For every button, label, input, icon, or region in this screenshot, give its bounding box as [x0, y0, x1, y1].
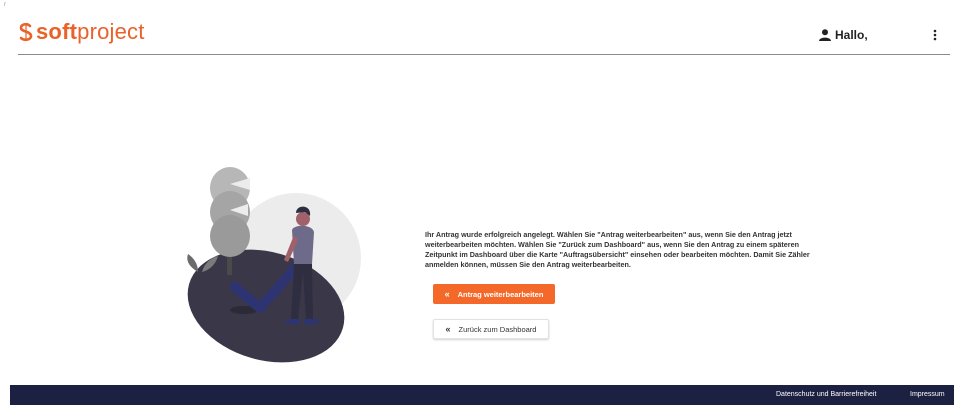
footer: Datenschutz und Barrierefreiheit Impress… [10, 385, 954, 405]
brand-name-bold: soft [36, 19, 78, 44]
greeting-text: Hallo, [835, 28, 868, 42]
kebab-menu-icon [933, 29, 937, 41]
imprint-link[interactable]: Impressum [910, 391, 945, 398]
continue-editing-button[interactable]: « Antrag weiterbearbeiten [433, 284, 555, 304]
app-header: soft project Hallo, [18, 14, 950, 55]
brand-name-regular: project [77, 19, 145, 44]
user-icon [819, 29, 831, 41]
success-illustration [187, 167, 361, 363]
kebab-menu-button[interactable] [928, 26, 942, 44]
continue-editing-label: Antrag weiterbearbeiten [457, 289, 544, 299]
success-message: Ihr Antrag wurde erfolgreich angelegt. W… [425, 230, 810, 269]
user-greeting[interactable]: Hallo, [818, 28, 868, 42]
chevron-double-left-icon: « [444, 289, 450, 299]
privacy-link[interactable]: Datenschutz und Barrierefreiheit [776, 391, 876, 398]
back-to-dashboard-label: Zurück zum Dashboard [458, 324, 537, 334]
logo-mark-icon [19, 22, 33, 42]
back-to-dashboard-button[interactable]: « Zurück zum Dashboard [433, 319, 549, 339]
corner-mark: r [4, 2, 6, 8]
chevron-double-left-icon: « [445, 324, 451, 334]
brand-logo[interactable]: soft project [18, 17, 145, 47]
